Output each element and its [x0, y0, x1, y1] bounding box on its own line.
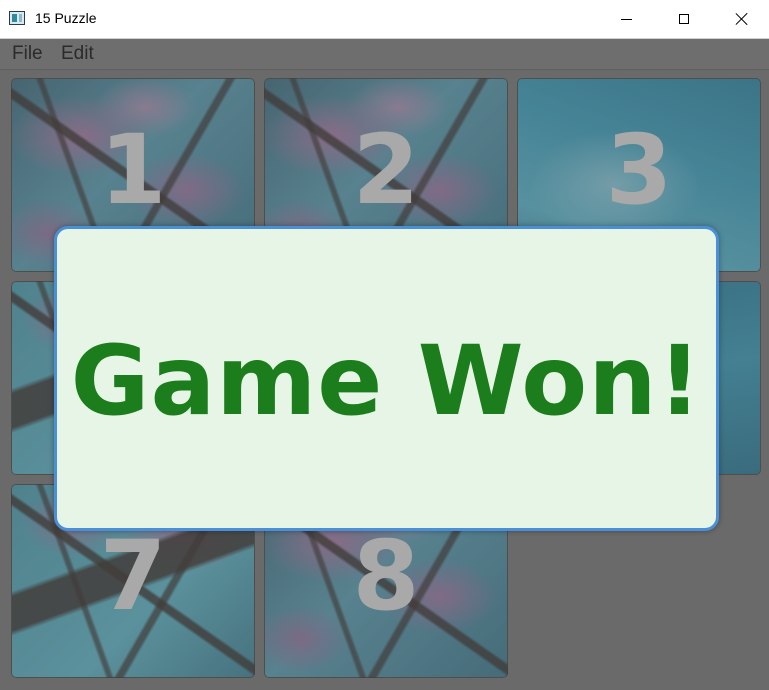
tile-number: 8 [352, 520, 420, 632]
minimize-icon [620, 18, 632, 20]
menu-bar: File Edit [0, 39, 769, 70]
tile-number: 7 [99, 520, 167, 632]
tile-number: 2 [352, 114, 420, 226]
close-button[interactable] [713, 0, 769, 38]
app-icon [9, 11, 25, 25]
menu-edit[interactable]: Edit [61, 43, 94, 65]
maximize-button[interactable] [655, 0, 713, 38]
tile-number: 3 [605, 114, 673, 226]
tile-number: 1 [99, 114, 167, 226]
game-won-message: Game Won! [70, 324, 703, 437]
menu-file[interactable]: File [12, 43, 43, 65]
title-bar: 15 Puzzle [0, 0, 769, 39]
window-title: 15 Puzzle [35, 10, 97, 26]
close-icon [735, 12, 749, 26]
maximize-icon [679, 14, 689, 24]
minimize-button[interactable] [597, 0, 655, 38]
game-won-overlay: Game Won! [54, 226, 719, 531]
